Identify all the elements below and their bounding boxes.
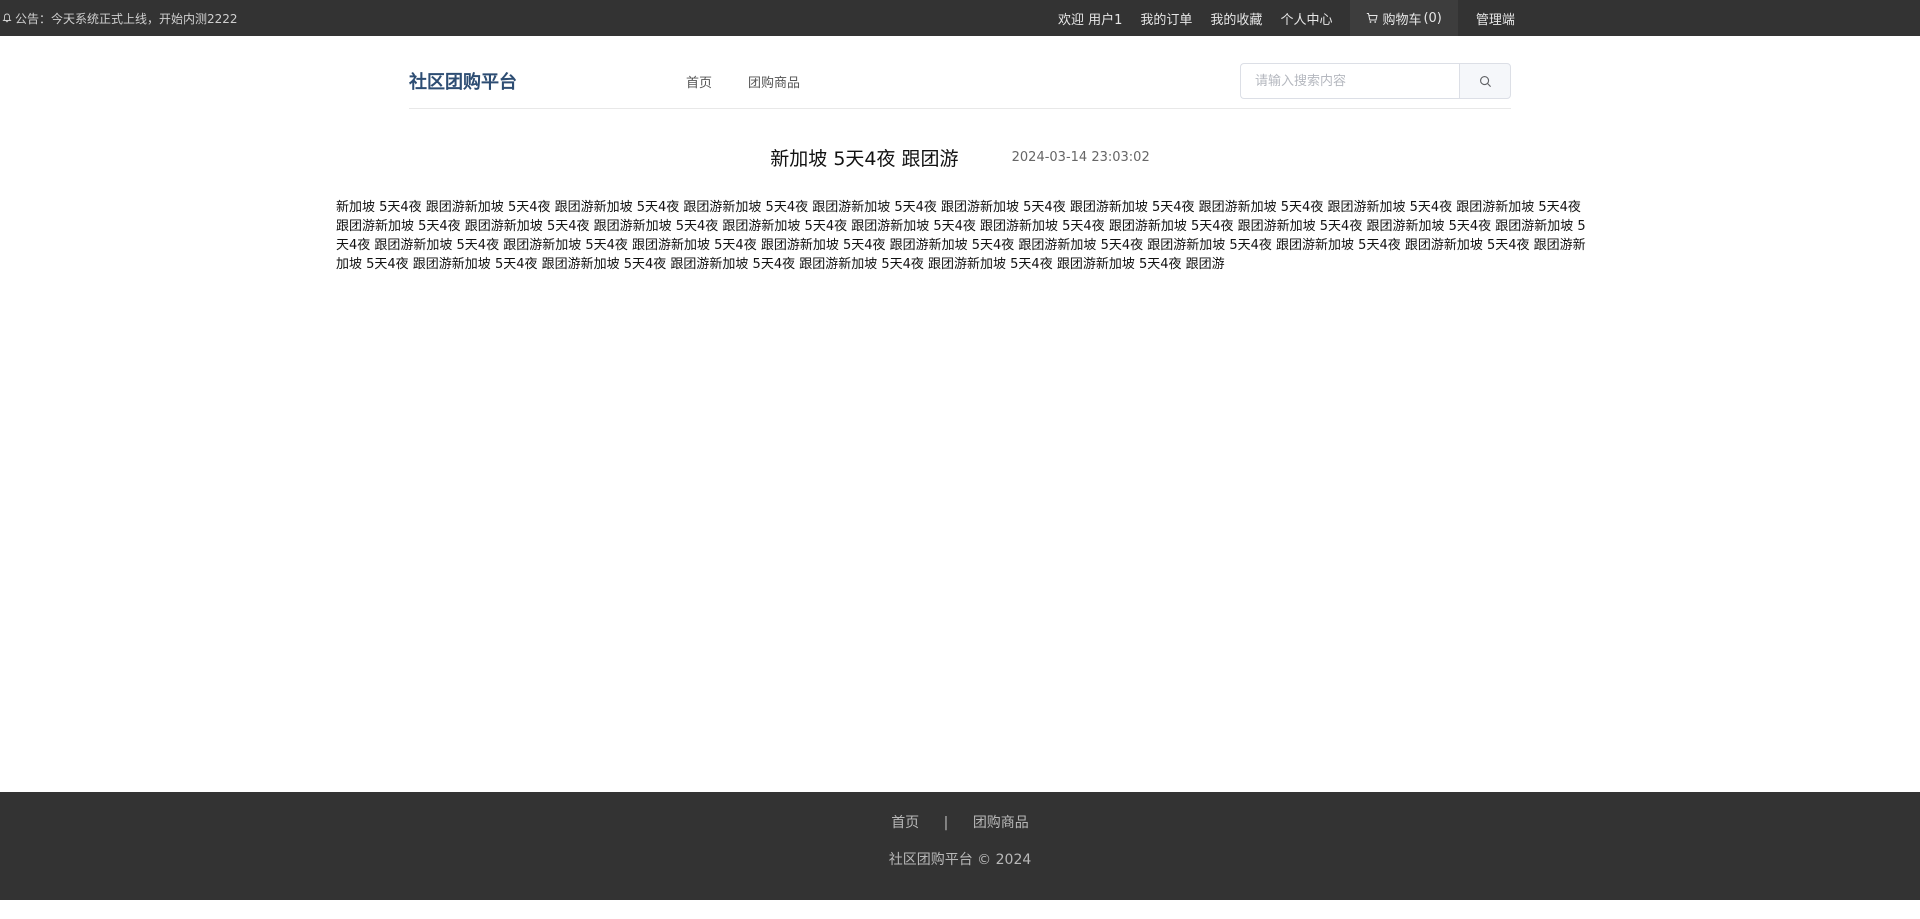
site-header: 社区团购平台 首页 团购商品 [409, 36, 1511, 109]
profile-link[interactable]: 个人中心 [1280, 9, 1332, 28]
welcome-user[interactable]: 欢迎 用户1 [1058, 9, 1122, 28]
site-logo[interactable]: 社区团购平台 [409, 68, 517, 94]
search-input[interactable] [1240, 63, 1459, 99]
footer-separator: | [943, 815, 949, 831]
article-content: 新加坡 5天4夜 跟团游新加坡 5天4夜 跟团游新加坡 5天4夜 跟团游新加坡 … [336, 200, 1586, 272]
announcement: 公告：今天系统正式上线，开始内测2222 [2, 0, 238, 36]
my-favorites-link[interactable]: 我的收藏 [1210, 9, 1262, 28]
footer-link-group-products[interactable]: 团购商品 [973, 815, 1029, 831]
article-title: 新加坡 5天4夜 跟团游 [770, 148, 959, 170]
footer-link-home[interactable]: 首页 [891, 815, 919, 831]
cart-count: (0) [1423, 10, 1442, 26]
search-button[interactable] [1459, 63, 1511, 99]
cart-icon [1367, 13, 1379, 23]
search-box [1240, 63, 1511, 99]
search-icon [1479, 75, 1491, 87]
announcement-text: 公告：今天系统正式上线，开始内测2222 [15, 11, 238, 26]
article-header: 新加坡 5天4夜 跟团游 2024-03-14 23:03:02 [0, 144, 1920, 171]
admin-link[interactable]: 管理端 [1476, 9, 1515, 28]
article-date: 2024-03-14 23:03:02 [1011, 150, 1150, 165]
cart-button[interactable]: 购物车 (0) [1350, 0, 1458, 36]
main-nav: 首页 团购商品 [686, 72, 836, 91]
top-nav: 欢迎 用户1 我的订单 我的收藏 个人中心 购物车 (0) 管理端 [1058, 0, 1533, 36]
top-bar: 公告：今天系统正式上线，开始内测2222 欢迎 用户1 我的订单 我的收藏 个人… [0, 0, 1920, 36]
my-orders-link[interactable]: 我的订单 [1140, 9, 1192, 28]
bell-icon [2, 13, 12, 23]
copyright: 社区团购平台 © 2024 [888, 852, 1032, 868]
site-footer: 首页 | 团购商品 社区团购平台 © 2024 [0, 792, 1920, 900]
nav-home[interactable]: 首页 [686, 72, 712, 91]
nav-group-products[interactable]: 团购商品 [748, 72, 800, 91]
footer-links: 首页 | 团购商品 [0, 812, 1920, 832]
cart-label: 购物车 [1382, 12, 1422, 28]
